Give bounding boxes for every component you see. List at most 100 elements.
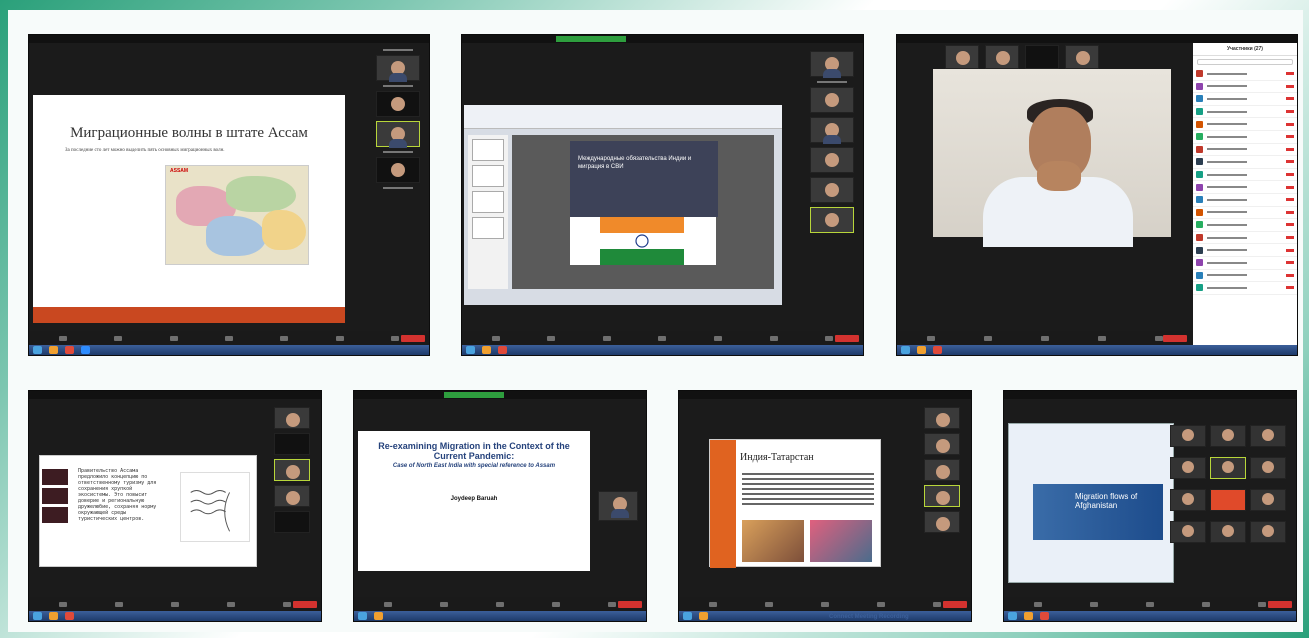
participant-tile[interactable] — [1170, 521, 1206, 543]
explorer-icon[interactable] — [1024, 612, 1033, 620]
slide-thumbnail[interactable] — [472, 217, 504, 239]
participant-tile[interactable] — [810, 147, 854, 173]
participant-row[interactable] — [1193, 232, 1297, 245]
participant-tile[interactable] — [1250, 521, 1286, 543]
security-button[interactable] — [1040, 335, 1049, 341]
record-button[interactable] — [933, 601, 941, 607]
video-button[interactable] — [1090, 601, 1098, 607]
end-meeting-button[interactable] — [943, 601, 967, 608]
participants-button[interactable] — [496, 601, 504, 607]
participant-tile-active[interactable] — [274, 459, 310, 481]
browser-icon[interactable] — [1040, 612, 1049, 620]
record-button[interactable] — [825, 335, 834, 341]
mute-button[interactable] — [1034, 601, 1042, 607]
share-button[interactable] — [335, 335, 344, 341]
participant-tile[interactable] — [1025, 45, 1059, 69]
participant-row[interactable] — [1193, 219, 1297, 232]
participants-button[interactable] — [171, 601, 179, 607]
video-button[interactable] — [115, 601, 123, 607]
explorer-icon[interactable] — [699, 612, 708, 620]
video-button[interactable] — [440, 601, 448, 607]
participant-row[interactable] — [1193, 169, 1297, 182]
mute-button[interactable] — [58, 335, 67, 341]
participant-tile[interactable] — [1250, 489, 1286, 511]
participant-tile-active[interactable] — [810, 207, 854, 233]
participant-tile[interactable] — [1170, 489, 1206, 511]
participant-row[interactable] — [1193, 131, 1297, 144]
start-icon[interactable] — [358, 612, 367, 620]
video-button[interactable] — [984, 335, 993, 341]
participant-tile[interactable] — [1170, 425, 1206, 447]
share-button[interactable] — [227, 601, 235, 607]
slide-thumbnail[interactable] — [42, 507, 68, 523]
end-meeting-button[interactable] — [401, 335, 425, 342]
security-button[interactable] — [602, 335, 611, 341]
participant-row[interactable] — [1193, 270, 1297, 283]
participant-row[interactable] — [1193, 194, 1297, 207]
participant-tile[interactable] — [1210, 521, 1246, 543]
mute-button[interactable] — [384, 601, 392, 607]
participant-tile-active[interactable] — [376, 121, 420, 148]
end-meeting-button[interactable] — [618, 601, 642, 608]
participant-tile[interactable] — [274, 511, 310, 533]
mute-button[interactable] — [709, 601, 717, 607]
participant-tile[interactable] — [810, 177, 854, 203]
participant-tile[interactable] — [376, 91, 420, 117]
end-meeting-button[interactable] — [1163, 335, 1187, 342]
start-icon[interactable] — [901, 346, 910, 354]
video-button[interactable] — [547, 335, 556, 341]
share-button[interactable] — [552, 601, 560, 607]
participant-row[interactable] — [1193, 118, 1297, 131]
chat-button[interactable] — [714, 335, 723, 341]
participant-tile[interactable] — [1065, 45, 1099, 69]
participants-button[interactable] — [1097, 335, 1106, 341]
participant-row[interactable] — [1193, 282, 1297, 295]
record-button[interactable] — [283, 601, 291, 607]
explorer-icon[interactable] — [49, 612, 58, 620]
participant-row[interactable] — [1193, 81, 1297, 94]
mute-button[interactable] — [491, 335, 500, 341]
participant-tile[interactable] — [1170, 457, 1206, 479]
share-button[interactable] — [769, 335, 778, 341]
participant-tile[interactable] — [376, 157, 420, 183]
participant-row[interactable] — [1193, 156, 1297, 169]
end-meeting-button[interactable] — [293, 601, 317, 608]
participant-tile[interactable] — [1250, 425, 1286, 447]
start-icon[interactable] — [33, 346, 42, 354]
participant-row[interactable] — [1193, 244, 1297, 257]
participant-row[interactable] — [1193, 207, 1297, 220]
slide-thumbnail[interactable] — [472, 165, 504, 187]
participant-tile[interactable] — [1210, 489, 1246, 511]
video-button[interactable] — [765, 601, 773, 607]
browser-icon[interactable] — [933, 346, 942, 354]
start-icon[interactable] — [466, 346, 475, 354]
record-button[interactable] — [1258, 601, 1266, 607]
participant-tile[interactable] — [810, 51, 854, 78]
mute-button[interactable] — [59, 601, 67, 607]
browser-icon[interactable] — [65, 612, 74, 620]
share-button[interactable] — [1154, 335, 1163, 341]
participants-button[interactable] — [821, 601, 829, 607]
participant-tile[interactable] — [810, 117, 854, 144]
end-meeting-button[interactable] — [835, 335, 859, 342]
participants-button[interactable] — [224, 335, 233, 341]
participant-row[interactable] — [1193, 181, 1297, 194]
start-icon[interactable] — [1008, 612, 1017, 620]
participant-tile[interactable] — [924, 433, 960, 455]
explorer-icon[interactable] — [374, 612, 383, 620]
participant-tile[interactable] — [598, 491, 638, 521]
participant-row[interactable] — [1193, 257, 1297, 270]
participant-row[interactable] — [1193, 93, 1297, 106]
participants-button[interactable] — [1146, 601, 1154, 607]
participant-tile[interactable] — [945, 45, 979, 69]
participant-tile[interactable] — [985, 45, 1019, 69]
participant-tile[interactable] — [274, 407, 310, 429]
participant-tile[interactable] — [1250, 457, 1286, 479]
participant-tile-active[interactable] — [1210, 457, 1246, 479]
video-button[interactable] — [114, 335, 123, 341]
participant-tile[interactable] — [274, 485, 310, 507]
explorer-icon[interactable] — [482, 346, 491, 354]
participant-tile[interactable] — [924, 459, 960, 481]
slide-thumbnail[interactable] — [42, 469, 68, 485]
participant-row[interactable] — [1193, 106, 1297, 119]
